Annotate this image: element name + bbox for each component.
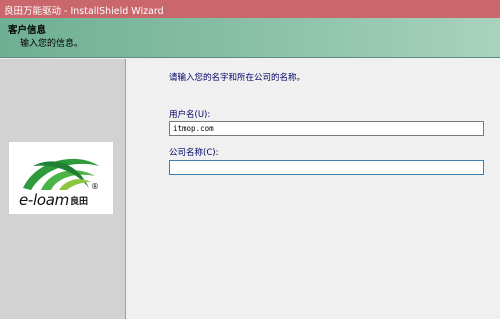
username-label: 用户名(U): [169, 110, 211, 120]
header-title: 客户信息 [8, 25, 47, 36]
side-panel: e-loam 良田 ® [0, 59, 126, 319]
wizard-header: 客户信息 输入您的信息。 [0, 18, 500, 58]
window-title: 良田万能驱动 - InstallShield Wizard [4, 6, 164, 17]
registered-mark: ® [91, 182, 99, 191]
brand-logo: e-loam 良田 ® [9, 142, 113, 214]
brand-cn: 良田 [70, 197, 89, 207]
form-prompt: 请输入您的名字和所在公司的名称。 [169, 73, 306, 83]
company-field[interactable] [169, 160, 484, 175]
company-label: 公司名称(C): [169, 148, 219, 158]
content-panel: 请输入您的名字和所在公司的名称。 用户名(U): itmop.com 公司名称(… [127, 59, 500, 319]
header-subtitle: 输入您的信息。 [20, 39, 84, 49]
title-bar: 良田万能驱动 - InstallShield Wizard [0, 0, 500, 18]
brand-text: e-loam [19, 191, 69, 209]
username-field[interactable]: itmop.com [169, 121, 484, 136]
